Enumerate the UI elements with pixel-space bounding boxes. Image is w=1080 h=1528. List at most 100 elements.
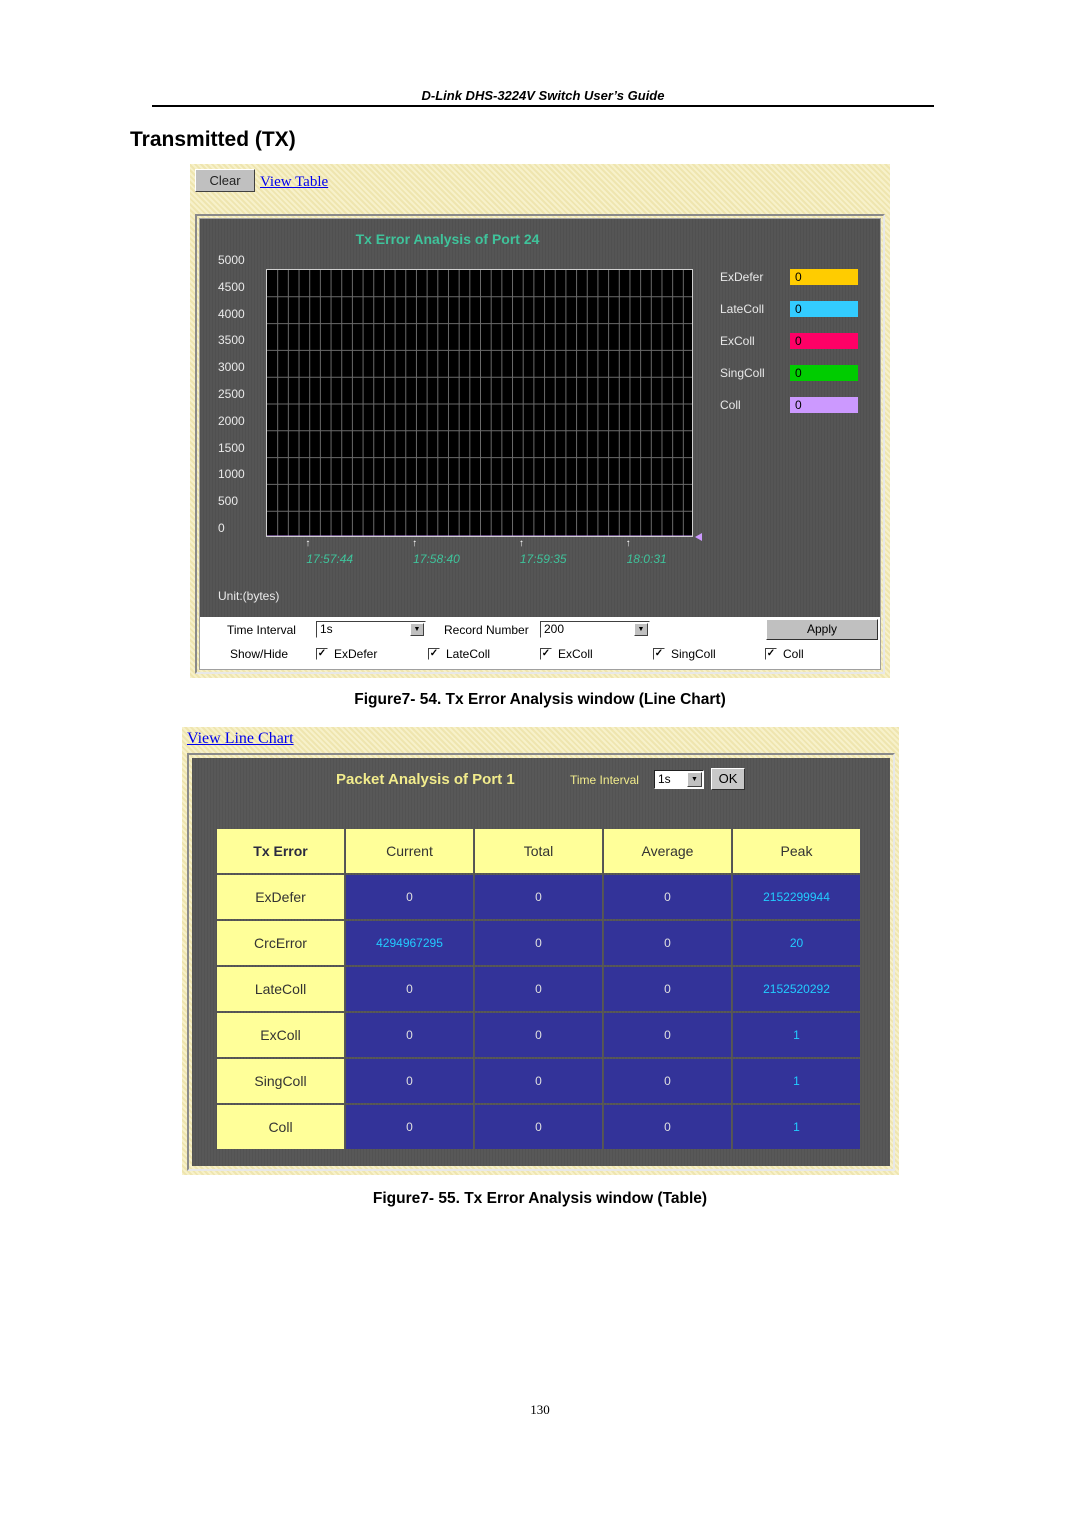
- checkbox-label: ExColl: [558, 647, 593, 661]
- peak-value: 1: [733, 1059, 860, 1103]
- total-value: 0: [475, 1013, 602, 1057]
- time-interval-select[interactable]: 1s ▼: [316, 621, 426, 638]
- table-row: Coll 0 0 0 1: [217, 1105, 860, 1149]
- x-tick-label: 17:58:40: [413, 552, 460, 566]
- x-tick-arrow-icon: ↑: [518, 538, 524, 549]
- peak-value: 2152520292: [733, 967, 860, 1011]
- running-header: D-Link DHS-3224V Switch User’s Guide: [421, 88, 665, 103]
- checkbox-exdefer[interactable]: ✓ ExDefer: [316, 647, 377, 661]
- checkbox-coll[interactable]: ✓ Coll: [765, 647, 804, 661]
- peak-value: 2152299944: [733, 875, 860, 919]
- legend-value: 0: [790, 269, 858, 285]
- y-tick-label: 1000: [218, 467, 245, 482]
- peak-value: 20: [733, 921, 860, 965]
- view-table-link[interactable]: View Table: [260, 174, 328, 191]
- current-value: 0: [346, 1059, 473, 1103]
- legend-value: 0: [790, 397, 858, 413]
- control-panel: Time Interval 1s ▼ Record Number 200 ▼ A…: [200, 617, 880, 669]
- record-number-value: 200: [544, 622, 565, 636]
- column-header: Peak: [733, 829, 860, 873]
- current-value: 4294967295: [346, 921, 473, 965]
- legend-value: 0: [790, 333, 858, 349]
- total-value: 0: [475, 1105, 602, 1149]
- unit-label: Unit:(bytes): [218, 589, 280, 603]
- y-tick-label: 1500: [218, 440, 245, 455]
- total-value: 0: [475, 1059, 602, 1103]
- checkbox-checked-icon[interactable]: ✓: [316, 648, 328, 660]
- x-tick-label: 17:57:44: [306, 552, 354, 566]
- checkbox-checked-icon[interactable]: ✓: [540, 648, 552, 660]
- row-label: Coll: [217, 1105, 344, 1149]
- view-line-chart-link[interactable]: View Line Chart: [187, 730, 294, 748]
- show-hide-label: Show/Hide: [230, 647, 289, 661]
- y-tick-label: 0: [218, 521, 225, 535]
- column-header: Total: [475, 829, 602, 873]
- average-value: 0: [604, 967, 731, 1011]
- y-tick-label: 4500: [218, 279, 245, 294]
- average-value: 0: [604, 1013, 731, 1057]
- tx-error-table: Tx Error Current Total Average Peak ExDe…: [215, 827, 862, 1151]
- y-tick-label: 500: [218, 494, 239, 509]
- y-tick-label: 3500: [218, 333, 245, 348]
- packet-analysis-title: Packet Analysis of Port 1: [336, 771, 515, 788]
- row-label: ExDefer: [217, 875, 344, 919]
- time-interval-label: Time Interval: [227, 623, 296, 637]
- x-tick-arrow-icon: ↑: [305, 538, 311, 549]
- figure-caption-table: Figure7- 55. Tx Error Analysis window (T…: [372, 1190, 708, 1207]
- legend-label: SingColl: [720, 366, 765, 380]
- ok-button[interactable]: OK: [711, 768, 745, 790]
- table-row: CrcError 4294967295 0 0 20: [217, 921, 860, 965]
- current-value: 0: [346, 875, 473, 919]
- legend-label: LateColl: [720, 302, 765, 316]
- current-value: 0: [346, 1105, 473, 1149]
- table-header-row: Tx Error Current Total Average Peak: [217, 829, 860, 873]
- row-label: CrcError: [217, 921, 344, 965]
- checkbox-checked-icon[interactable]: ✓: [765, 648, 777, 660]
- checkbox-checked-icon[interactable]: ✓: [653, 648, 665, 660]
- plot-area: [266, 269, 693, 537]
- checkbox-checked-icon[interactable]: ✓: [428, 648, 440, 660]
- time-interval-value: 1s: [320, 622, 333, 636]
- legend-label: ExDefer: [720, 270, 764, 284]
- average-value: 0: [604, 875, 731, 919]
- clear-button[interactable]: Clear: [195, 169, 255, 192]
- checkbox-excoll[interactable]: ✓ ExColl: [540, 647, 593, 661]
- checkbox-latecoll[interactable]: ✓ LateColl: [428, 647, 490, 661]
- total-value: 0: [475, 921, 602, 965]
- column-header: Current: [346, 829, 473, 873]
- y-tick-label: 2000: [218, 413, 245, 428]
- average-value: 0: [604, 921, 731, 965]
- table-row: SingColl 0 0 0 1: [217, 1059, 860, 1103]
- row-label: LateColl: [217, 967, 344, 1011]
- page-number: 130: [530, 1402, 550, 1417]
- table-frame: Packet Analysis of Port 1 Time Interval …: [187, 753, 895, 1171]
- apply-button[interactable]: Apply: [766, 619, 878, 640]
- peak-value: 1: [733, 1105, 860, 1149]
- legend-label: ExColl: [720, 334, 755, 348]
- record-number-select[interactable]: 200 ▼: [540, 621, 650, 638]
- current-value: 0: [346, 967, 473, 1011]
- tx-error-table-window: View Line Chart Packet Analysis of Port …: [182, 727, 899, 1175]
- legend-value: 0: [790, 301, 858, 317]
- average-value: 0: [604, 1059, 731, 1103]
- dropdown-arrow-icon[interactable]: ▼: [410, 623, 424, 636]
- table-row: ExDefer 0 0 0 2152299944: [217, 875, 860, 919]
- chart-title: Tx Error Analysis of Port 24: [355, 231, 540, 247]
- x-tick-label: 17:59:35: [519, 552, 567, 566]
- chart-panel: Tx Error Analysis of Port 24 500 0 4500 400…: [200, 219, 880, 617]
- table-row: LateColl 0 0 0 2152520292: [217, 967, 860, 1011]
- checkbox-singcoll[interactable]: ✓ SingColl: [653, 647, 716, 661]
- checkbox-label: Coll: [783, 647, 804, 661]
- header-rule: [152, 105, 934, 107]
- dropdown-arrow-icon[interactable]: ▼: [687, 772, 702, 787]
- time-interval-label: Time Interval: [570, 773, 639, 787]
- y-tick-label: 4000: [218, 306, 245, 321]
- average-value: 0: [604, 1105, 731, 1149]
- dropdown-arrow-icon[interactable]: ▼: [634, 623, 648, 636]
- current-value: 0: [346, 1013, 473, 1057]
- section-title: Transmitted (TX): [130, 128, 296, 151]
- time-interval-select[interactable]: 1s ▼: [654, 770, 704, 789]
- y-tick-label: 2500: [218, 387, 245, 401]
- figure-caption-line-chart: Figure7- 54. Tx Error Analysis window (L…: [354, 691, 726, 708]
- checkbox-label: ExDefer: [334, 647, 378, 661]
